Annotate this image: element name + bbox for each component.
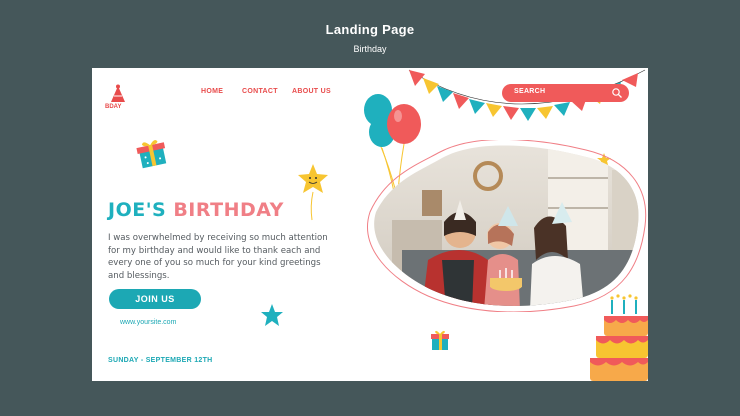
title-part-1: JOE'S [108, 199, 167, 221]
star-face-icon [298, 164, 328, 221]
nav-contact[interactable]: CONTACT [242, 88, 278, 95]
bunting-decoration [408, 69, 646, 121]
join-us-button[interactable]: JOIN US [109, 289, 201, 309]
small-gift-icon [431, 330, 449, 350]
frame-subtitle: Birthday [353, 44, 387, 54]
intro-paragraph: I was overwhelmed by receiving so much a… [108, 233, 328, 281]
nav-about-us[interactable]: ABOUT US [292, 88, 331, 95]
logo-text: BDAY [105, 104, 122, 110]
page-title: JOE'S BIRTHDAY [108, 199, 284, 221]
nav-home[interactable]: HOME [201, 88, 223, 95]
search-icon[interactable] [611, 87, 623, 99]
birthday-cake-icon [590, 294, 648, 381]
frame-title: Landing Page [325, 22, 415, 37]
search-label: SEARCH [514, 88, 546, 95]
teal-star-icon [261, 304, 283, 326]
landing-page-card: BDAY HOME CONTACT ABOUT US SEARCH JOE'S … [92, 68, 648, 381]
family-photo [367, 140, 647, 312]
title-part-2: BIRTHDAY [173, 199, 284, 221]
website-link[interactable]: www.yoursite.com [120, 319, 176, 326]
search-input[interactable]: SEARCH [502, 84, 629, 102]
event-date: SUNDAY - SEPTEMBER 12TH [108, 357, 213, 364]
gift-box-icon [136, 139, 167, 169]
